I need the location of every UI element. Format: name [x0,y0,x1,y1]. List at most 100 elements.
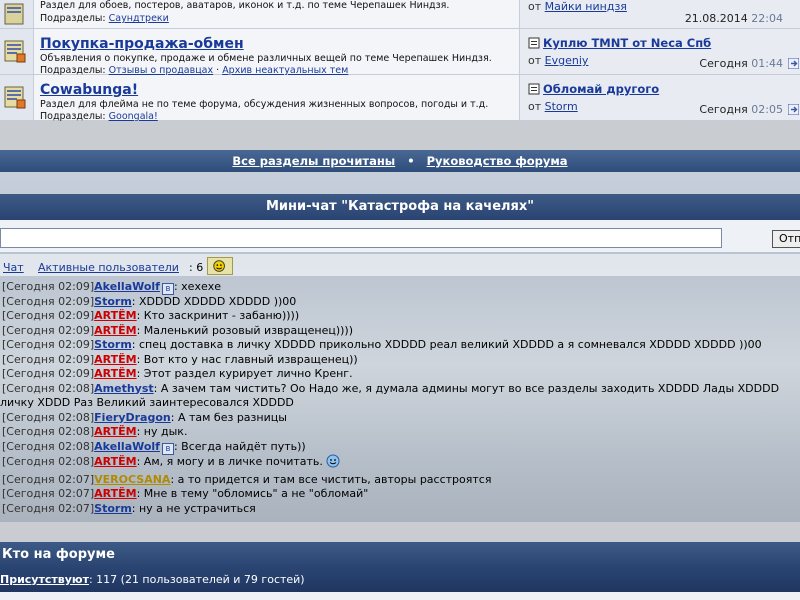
message-time: [Сегодня 02:09] [2,352,95,366]
message-author-link[interactable]: Amethyst [94,382,154,395]
smileys-button[interactable] [207,257,233,275]
message-author-link[interactable]: ARTЁМ [94,367,136,380]
topic-icon [528,83,540,95]
chat-message: [Сегодня 02:07]Storm: ну а не устрачитьс… [2,502,256,516]
forum-list: Раздел для обоев, постеров, аватаров, ик… [0,0,800,122]
last-post-author[interactable]: Storm [545,100,578,113]
go-to-last-post-icon[interactable] [788,104,799,115]
vk-badge-icon: В [161,283,174,295]
forum-subforums: Подразделы: Саундтреки [40,13,169,24]
forum-title-link[interactable]: Покупка-продажа-обмен [40,36,244,52]
message-author-link[interactable]: ARTЁМ [94,353,136,366]
message-time: [Сегодня 02:07] [2,472,95,486]
forum-description: Раздел для обоев, постеров, аватаров, ик… [40,0,450,11]
tab-chat[interactable]: Чат [3,261,24,274]
message-time: [Сегодня 02:08] [2,439,95,453]
message-text: : а то придется и там все чистить, автор… [170,472,492,486]
go-to-last-post-icon[interactable] [788,58,799,69]
chat-message: [Сегодня 02:08]AkellaWolf В: Всегда найдё… [2,440,306,455]
message-time: [Сегодня 02:08] [2,410,95,424]
last-post: от Майки ниндзя 21.08.2014 22:04 [519,0,800,28]
chat-message: [Сегодня 02:09]ARTЁМ: Кто заскринит - за… [2,309,299,323]
chat-message-input[interactable] [0,228,722,248]
chat-title: Мини-чат "Катастрофа на качелях" [0,194,800,220]
message-time: [Сегодня 02:08] [2,425,95,438]
message-text: : Этот раздел курирует лично Кренг. [136,367,353,380]
chat-message: [Сегодня 02:09]Storm: спец доставка в ли… [2,338,762,352]
chat-message: [Сегодня 02:07]ARTЁМ: Мне в тему "обломи… [2,487,368,501]
subforum-link[interactable]: Саундтреки [109,13,169,24]
message-time: [Сегодня 02:09] [2,323,95,337]
mini-chat: Мини-чат "Катастрофа на качелях" Отп Чат… [0,172,800,522]
chat-log: [Сегодня 02:09]AkellaWolf В: хехехе [Сегод… [0,280,800,516]
forum-row-cowabunga: Cowabunga! Раздел для флейма не по теме … [0,75,800,122]
message-text: : А зачем там чистить? Оо Надо же, я дум… [153,381,780,395]
message-text: : Маленький розовый извращенец)))) [136,323,354,337]
message-author-link[interactable]: ARTЁМ [94,425,136,438]
chat-message: [Сегодня 02:07]VEROCSANA: а то придется … [2,473,491,487]
mark-all-read-link[interactable]: Все разделы прочитаны [232,154,395,168]
last-post: Куплю TMNT от Neca Спб от Evgeniy Сегодн… [519,29,800,74]
message-text: : Ам, я могу и в личке почитать. [136,455,323,468]
forum-folder-icon [4,3,24,25]
active-users-count: : 6 [189,261,204,274]
chat-message: [Сегодня 02:08]ARTЁМ: ну дык. [2,425,187,439]
message-author-link[interactable]: AkellaWolf [94,440,160,453]
message-author-link[interactable]: FieryDragon [94,411,171,424]
chat-message: [Сегодня 02:09]AkellaWolf В: хехехе [2,280,221,295]
smile-emoji-icon [326,454,340,468]
forum-guide-link[interactable]: Руководство форума [427,154,568,168]
forum-title-link[interactable]: Cowabunga! [40,82,138,98]
last-post-author[interactable]: Майки ниндзя [545,0,627,13]
last-post-topic[interactable]: Куплю TMNT от Neca Спб [543,36,711,50]
present-users-link[interactable]: Присутствуют [0,573,89,586]
chat-message: [Сегодня 02:09]ARTЁМ: Вот кто у нас глав… [2,353,358,367]
message-text: : ну а не устрачиться [131,501,256,515]
who-online-stats: Присутствуют: 117 (21 пользователей и 79… [0,568,800,592]
message-text: : ну дык. [136,425,188,438]
message-author-link[interactable]: AkellaWolf [94,280,160,293]
message-time: [Сегодня 02:09] [2,367,95,380]
forum-row-trade: Покупка-продажа-обмен Объявления о покуп… [0,29,800,76]
smiley-icon [213,260,225,272]
forum-row-wallpapers: Раздел для обоев, постеров, аватаров, ик… [0,0,800,29]
send-button[interactable]: Отп [772,230,800,248]
last-post: Обломай другого от Storm Сегодня 02:05 [519,75,800,120]
chat-message: [Сегодня 02:09]Storm: XDDDD XDDDD XDDDD … [2,295,296,309]
message-time: [Сегодня 02:07] [2,487,95,500]
message-time: [Сегодня 02:08] [2,455,95,468]
message-text: : Вот кто у нас главный извращенец)) [136,352,358,366]
last-post-date: Сегодня 01:44 [699,57,783,70]
topic-icon [528,37,540,49]
who-online-title: Кто на форуме [0,542,800,568]
message-text: : Всегда найдёт путь)) [173,439,306,453]
message-author-link[interactable]: ARTЁМ [94,324,136,337]
message-text: : хехехе [173,280,222,293]
forum-description: Объявления о покупке, продаже и обмене р… [40,53,492,64]
forum-subforums: Подразделы: Goongala! [40,111,158,122]
message-author-link[interactable]: ARTЁМ [94,455,136,468]
message-time: [Сегодня 02:09] [2,280,95,293]
message-author-link[interactable]: ARTЁМ [94,309,136,322]
last-post-topic[interactable]: Обломай другого [543,82,659,96]
message-author-link[interactable]: Storm [94,502,132,515]
message-text: : Кто заскринит - забаню)))) [136,309,300,322]
message-text-continuation: личку XDDD Раз Великий заинтересовался X… [0,396,294,409]
last-post-date: 21.08.2014 22:04 [684,12,783,25]
message-text: : А там без разницы [170,410,287,424]
message-author-link[interactable]: Storm [94,338,132,351]
last-post-author[interactable]: Evgeniy [545,54,589,67]
last-post-date: Сегодня 02:05 [699,103,783,116]
message-author-link[interactable]: Storm [94,295,132,308]
message-author-link[interactable]: ARTЁМ [94,487,136,500]
message-time: [Сегодня 02:09] [2,309,95,322]
message-time: [Сегодня 02:09] [2,294,95,308]
chat-message: [Сегодня 02:08]ARTЁМ: Ам, я могу и в лич… [2,454,340,469]
tab-active-users[interactable]: Активные пользователи [38,261,179,274]
message-author-link[interactable]: VEROCSANA [94,473,170,486]
forum-links-bar: Все разделы прочитаны • Руководство фору… [0,150,800,172]
message-time: [Сегодня 02:07] [2,501,95,515]
message-text: : XDDDD XDDDD XDDDD ))00 [131,294,297,308]
chat-message: [Сегодня 02:09]ARTЁМ: Маленький розовый … [2,324,353,338]
subforum-link[interactable]: Goongala! [109,111,158,122]
